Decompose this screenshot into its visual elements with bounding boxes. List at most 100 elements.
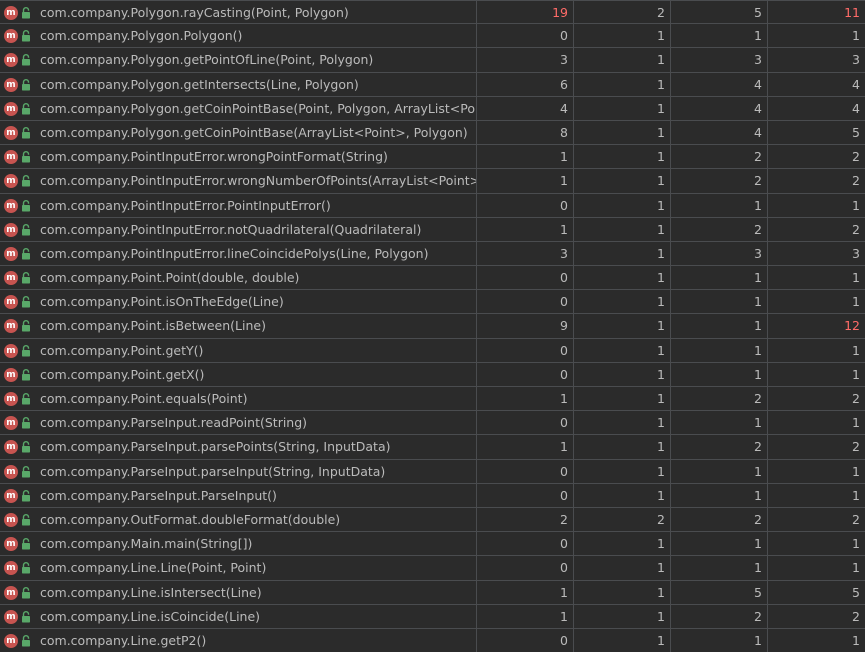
table-row[interactable]: m com.company.PointInputError.wrongPoint… [0,145,865,170]
metric-2-cell: 1 [574,72,671,96]
table-row[interactable]: m com.company.ParseInput.ParseInput() 0 … [0,483,865,508]
method-name-cell[interactable]: m com.company.PointInputError.wrongNumbe… [0,169,477,193]
method-name: com.company.Point.isBetween(Line) [40,318,266,334]
table-row[interactable]: m com.company.Point.equals(Point) 1 1 2 … [0,387,865,412]
method-name: com.company.OutFormat.doubleFormat(doubl… [40,511,341,527]
table-row[interactable]: m com.company.Polygon.getCoinPointBase(P… [0,96,865,121]
metric-1-cell: 1 [477,387,574,411]
table-row[interactable]: m com.company.OutFormat.doubleFormat(dou… [0,507,865,533]
method-icon: m [4,633,18,648]
lock-icon [22,151,30,163]
method-name-cell[interactable]: m com.company.Point.getX() [0,362,477,386]
metric-3-cell: 4 [671,72,768,96]
table-row[interactable]: m com.company.ParseInput.parseInput(Stri… [0,459,865,484]
method-name-cell[interactable]: m com.company.Polygon.getCoinPointBase(P… [0,96,477,120]
method-name-cell[interactable]: m com.company.Polygon.Polygon() [0,24,477,48]
table-row[interactable]: m com.company.Polygon.rayCasting(Point, … [0,0,865,25]
metric-2-cell: 1 [574,290,671,314]
metric-2-cell: 1 [574,193,671,217]
method-icon: m [4,561,18,576]
method-icon: m [4,101,18,116]
table-row[interactable]: m com.company.ParseInput.readPoint(Strin… [0,411,865,436]
method-icon: m [4,537,18,552]
metric-2-cell: 1 [574,96,671,120]
method-name-cell[interactable]: m com.company.Polygon.getIntersects(Line… [0,72,477,96]
metric-3-cell: 1 [671,266,768,290]
table-row[interactable]: m com.company.PointInputError.lineCoinci… [0,241,865,267]
metric-1-cell: 0 [477,24,574,48]
method-name: com.company.Polygon.getPointOfLine(Point… [40,52,374,68]
method-name-cell[interactable]: m com.company.Line.getP2() [0,628,477,652]
method-name-cell[interactable]: m com.company.PointInputError.lineCoinci… [0,241,477,266]
metric-4-cell: 5 [852,124,860,140]
table-row[interactable]: m com.company.PointInputError.wrongNumbe… [0,169,865,194]
metric-2-cell: 1 [574,387,671,411]
method-icon: m [4,222,18,237]
table-row[interactable]: m com.company.Polygon.getCoinPointBase(A… [0,120,865,146]
method-name-cell[interactable]: m com.company.Point.equals(Point) [0,387,477,411]
method-icon: m [4,29,18,44]
table-row[interactable]: m com.company.PointInputError.notQuadril… [0,217,865,242]
table-row[interactable]: m com.company.Line.isCoincide(Line) 1 1 … [0,604,865,629]
method-name-cell[interactable]: m com.company.Point.isBetween(Line) [0,314,477,338]
method-name: com.company.Point.equals(Point) [40,391,248,406]
table-row[interactable]: m com.company.Line.isIntersect(Line) 1 1… [0,580,865,605]
metric-4-cell: 1 [852,28,860,44]
method-name-cell[interactable]: m com.company.Polygon.rayCasting(Point, … [0,1,477,24]
method-name-cell[interactable]: m com.company.ParseInput.ParseInput() [0,483,477,507]
table-row[interactable]: m com.company.Point.Point(double, double… [0,266,865,291]
method-name-cell[interactable]: m com.company.Point.isOnTheEdge(Line) [0,290,477,314]
method-name-cell[interactable]: m com.company.Point.getY() [0,338,477,362]
method-name-cell[interactable]: m com.company.PointInputError.wrongPoint… [0,145,477,169]
metric-4-cell: 1 [852,197,860,213]
method-name-cell[interactable]: m com.company.PointInputError.PointInput… [0,193,477,217]
table-row[interactable]: m com.company.Polygon.Polygon() 0 1 1 1 [0,24,865,49]
metric-4-cell: 5 [852,584,860,600]
method-name-cell[interactable]: m com.company.ParseInput.parseInput(Stri… [0,459,477,483]
lock-icon [22,538,30,550]
metric-4-cell: 2 [852,511,860,527]
metric-4-cell: 2 [852,608,860,624]
metric-3-cell: 1 [671,556,768,580]
method-name-cell[interactable]: m com.company.OutFormat.doubleFormat(dou… [0,507,477,532]
lock-icon [22,175,30,187]
table-row[interactable]: m com.company.Point.getX() 0 1 1 1 [0,362,865,387]
method-name-cell[interactable]: m com.company.Line.isCoincide(Line) [0,604,477,628]
table-row[interactable]: m com.company.Polygon.getPointOfLine(Poi… [0,48,865,73]
metric-1-cell: 3 [477,241,574,266]
metric-1-cell: 0 [477,532,574,556]
method-name-cell[interactable]: m com.company.Polygon.getCoinPointBase(A… [0,120,477,145]
method-name-cell[interactable]: m com.company.Main.main(String[]) [0,532,477,556]
table-row[interactable]: m com.company.ParseInput.parsePoints(Str… [0,435,865,460]
method-icon: m [4,512,18,527]
method-name-cell[interactable]: m com.company.Point.Point(double, double… [0,266,477,290]
metric-4-cell: 3 [852,245,860,261]
table-row[interactable]: m com.company.Point.isOnTheEdge(Line) 0 … [0,290,865,315]
metric-2-cell: 1 [574,580,671,604]
metric-4-cell: 1 [852,463,860,479]
table-row[interactable]: m com.company.Main.main(String[]) 0 1 1 … [0,532,865,557]
method-name-cell[interactable]: m com.company.Line.Line(Point, Point) [0,556,477,580]
method-name-cell[interactable]: m com.company.ParseInput.parsePoints(Str… [0,435,477,459]
metric-1-cell: 1 [477,580,574,604]
lock-icon [22,199,30,211]
table-row[interactable]: m com.company.Point.isBetween(Line) 9 1 … [0,314,865,339]
metric-3-cell: 1 [671,290,768,314]
method-name-cell[interactable]: m com.company.ParseInput.readPoint(Strin… [0,411,477,435]
table-row[interactable]: m com.company.Line.Line(Point, Point) 0 … [0,556,865,581]
method-name: com.company.PointInputError.PointInputEr… [40,197,331,213]
lock-icon [22,344,30,357]
lock-icon [22,247,30,260]
method-name: com.company.Line.isIntersect(Line) [40,584,262,600]
table-row[interactable]: m com.company.Polygon.getIntersects(Line… [0,72,865,97]
method-name-cell[interactable]: m com.company.PointInputError.notQuadril… [0,217,477,241]
metric-3-cell: 1 [671,24,768,48]
table-row[interactable]: m com.company.PointInputError.PointInput… [0,193,865,218]
table-row[interactable]: m com.company.Line.getP2() 0 1 1 1 [0,628,865,652]
lock-icon [22,126,30,139]
method-name-cell[interactable]: m com.company.Line.isIntersect(Line) [0,580,477,604]
metric-4-cell: 2 [852,391,860,406]
method-name-cell[interactable]: m com.company.Polygon.getPointOfLine(Poi… [0,48,477,72]
metric-3-cell: 2 [671,435,768,459]
table-row[interactable]: m com.company.Point.getY() 0 1 1 1 [0,338,865,363]
